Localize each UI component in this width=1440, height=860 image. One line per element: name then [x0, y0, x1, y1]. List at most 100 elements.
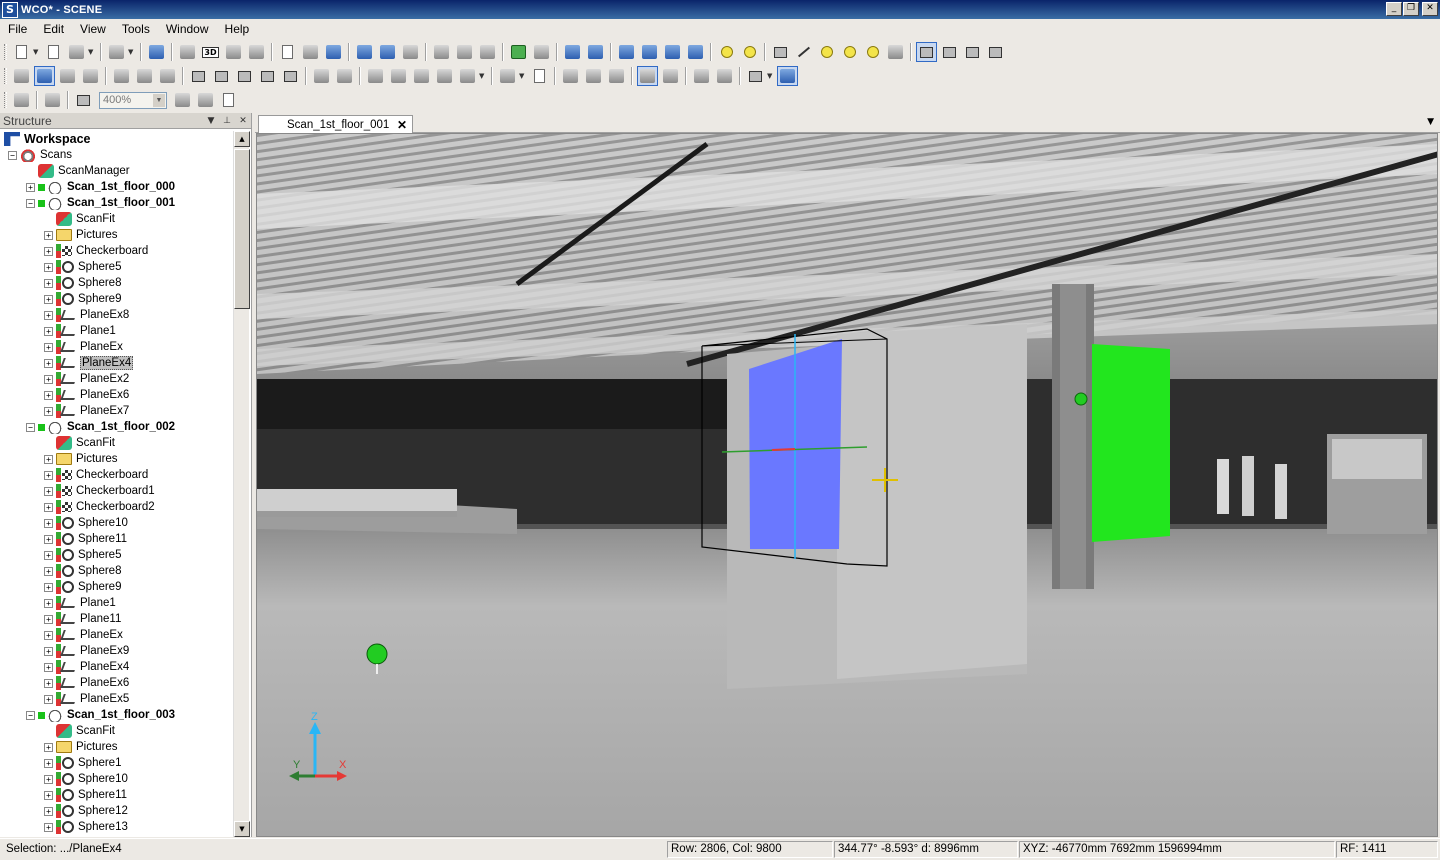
box-view-button[interactable] — [777, 66, 798, 86]
selection-mode-add-button[interactable] — [939, 42, 960, 62]
chevron-down-icon[interactable]: ▼ — [128, 48, 135, 56]
tree-node[interactable]: + Sphere11 — [44, 531, 127, 547]
rotate-button[interactable] — [157, 66, 178, 86]
chevron-down-icon[interactable]: ▼ — [88, 48, 95, 56]
toolbar-grip[interactable] — [4, 92, 7, 108]
grid-button[interactable] — [497, 66, 518, 86]
expand-icon[interactable]: + — [44, 406, 53, 416]
open-button[interactable] — [43, 42, 64, 62]
flag-button[interactable] — [560, 66, 581, 86]
tree-node[interactable]: − Scans — [8, 147, 72, 163]
perspective-button[interactable] — [745, 66, 766, 86]
cut-button[interactable] — [411, 66, 432, 86]
expand-icon[interactable]: + — [44, 294, 53, 304]
expand-icon[interactable]: + — [44, 566, 53, 576]
table-button[interactable] — [354, 42, 375, 62]
scan-3d-viewport[interactable]: Z X Y — [256, 133, 1438, 837]
tree-node[interactable]: ScanFit — [44, 211, 115, 227]
tree-node[interactable]: + Sphere5 — [44, 259, 121, 275]
tree-node[interactable]: + PlaneEx9 — [44, 643, 129, 659]
copy-button[interactable] — [277, 42, 298, 62]
tools-button[interactable] — [11, 90, 32, 110]
chevron-down-icon[interactable]: ▼ — [519, 72, 526, 80]
menu-edit[interactable]: Edit — [35, 22, 72, 36]
pan-button[interactable] — [42, 90, 63, 110]
tree-node[interactable]: + PlaneEx7 — [44, 403, 129, 419]
toolbar-grip[interactable] — [4, 68, 7, 84]
expand-icon[interactable]: + — [44, 694, 53, 704]
pin-icon[interactable]: ⊥ — [219, 116, 235, 126]
minimize-button[interactable]: _ — [1386, 2, 1402, 16]
rectangle-select-button[interactable] — [770, 42, 791, 62]
tree-node[interactable]: + Sphere10 — [44, 771, 128, 787]
tree-node[interactable]: + Pictures — [44, 451, 118, 467]
collapse-icon[interactable]: − — [26, 198, 35, 208]
search-button[interactable] — [300, 42, 321, 62]
restore-button[interactable]: ❐ — [1403, 2, 1419, 16]
grid-view-button[interactable] — [637, 66, 658, 86]
tree-node[interactable]: + Pictures — [44, 227, 118, 243]
cloud-download-button[interactable] — [454, 42, 475, 62]
toolbar-grip[interactable] — [4, 44, 7, 60]
save-button[interactable] — [66, 42, 87, 62]
expand-icon[interactable]: + — [44, 342, 53, 352]
expand-icon[interactable]: + — [44, 614, 53, 624]
tree-node[interactable]: + Scan_1st_floor_000 — [26, 179, 175, 195]
expand-icon[interactable]: + — [44, 310, 53, 320]
zoom-in-small-button[interactable] — [172, 90, 193, 110]
tiles-button[interactable] — [691, 66, 712, 86]
selection-mode-intersect-button[interactable] — [985, 42, 1006, 62]
ruler-button[interactable] — [716, 42, 737, 62]
clip-button[interactable] — [365, 66, 386, 86]
tree-node[interactable]: + Sphere8 — [44, 563, 121, 579]
sphere-target-floor[interactable] — [366, 643, 388, 665]
print-button[interactable] — [106, 42, 127, 62]
tree-node[interactable]: + Checkerboard — [44, 467, 148, 483]
zoom-level-dropdown[interactable]: 400% ▼ — [99, 91, 167, 109]
cloud-upload-button[interactable] — [431, 42, 452, 62]
list-button[interactable] — [739, 42, 760, 62]
tree-node[interactable]: + PlaneEx8 — [44, 307, 129, 323]
expand-icon[interactable]: + — [44, 390, 53, 400]
box-iso-button[interactable] — [257, 66, 278, 86]
ellipse-tool-button[interactable] — [862, 42, 883, 62]
expand-icon[interactable]: + — [44, 246, 53, 256]
tree-node[interactable]: + Sphere1 — [44, 755, 121, 771]
expand-icon[interactable]: + — [44, 774, 53, 784]
document-list-button[interactable] — [377, 42, 398, 62]
tree-node[interactable]: + Sphere8 — [44, 275, 121, 291]
scan-register-button[interactable] — [562, 42, 583, 62]
move-button[interactable] — [134, 66, 155, 86]
help-button[interactable] — [146, 42, 167, 62]
menu-window[interactable]: Window — [158, 22, 217, 36]
network-button[interactable] — [585, 42, 606, 62]
tree-node[interactable]: + PlaneEx2 — [44, 371, 129, 387]
tree-node[interactable]: + Plane1 — [44, 323, 116, 339]
view-mode-button[interactable] — [11, 66, 32, 86]
expand-icon[interactable]: + — [44, 534, 53, 544]
panel-close-icon[interactable]: ✕ — [235, 116, 251, 126]
expand-icon[interactable]: + — [44, 454, 53, 464]
freehand-tool-button[interactable] — [885, 42, 906, 62]
tiles2-button[interactable] — [714, 66, 735, 86]
view-2d-button[interactable] — [177, 42, 198, 62]
expand-icon[interactable]: + — [44, 230, 53, 240]
import-button[interactable] — [323, 42, 344, 62]
tree-node[interactable]: + PlaneEx4 — [44, 659, 129, 675]
expand-icon[interactable]: + — [44, 550, 53, 560]
fit-button[interactable] — [73, 90, 94, 110]
tree-node[interactable]: − Scan_1st_floor_001 — [26, 195, 175, 211]
tree-node[interactable]: − Scan_1st_floor_003 — [26, 707, 175, 723]
expand-icon[interactable]: + — [44, 630, 53, 640]
expand-icon[interactable]: + — [44, 678, 53, 688]
chevron-down-icon[interactable]: ▼ — [153, 93, 165, 107]
expand-icon[interactable]: + — [44, 358, 53, 368]
tree-node[interactable]: − Scan_1st_floor_002 — [26, 419, 175, 435]
picture-button[interactable] — [508, 42, 529, 62]
new-workspace-button[interactable] — [11, 42, 32, 62]
expand-icon[interactable]: + — [44, 662, 53, 672]
tree-node[interactable]: + Sphere13 — [44, 819, 128, 835]
walk-button[interactable] — [57, 66, 78, 86]
expand-icon[interactable]: + — [44, 486, 53, 496]
scene-app-icon[interactable]: S — [2, 1, 18, 18]
